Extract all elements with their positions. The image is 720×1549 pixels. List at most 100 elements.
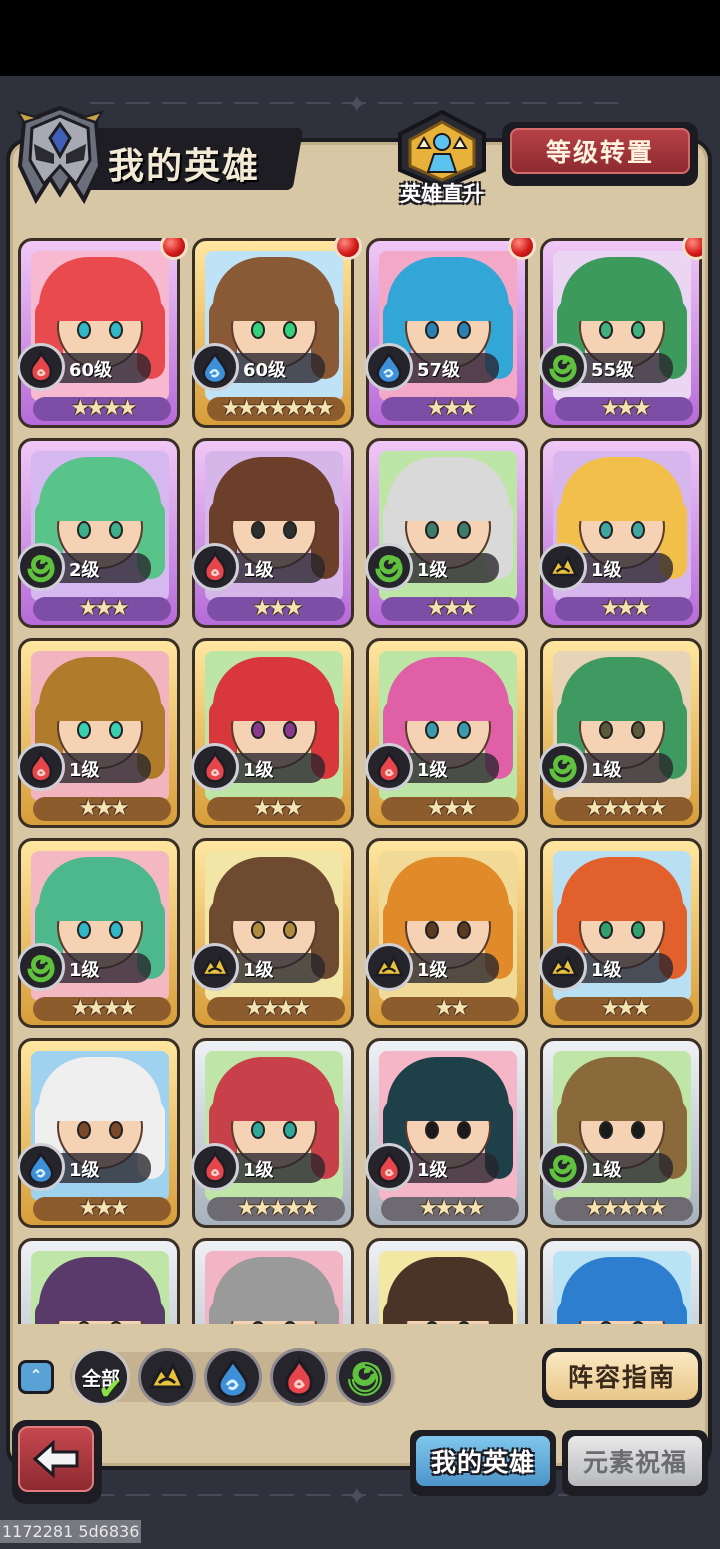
hero-card[interactable]: 1级 ★★ xyxy=(365,838,528,1028)
back-arrow-icon xyxy=(32,1439,79,1479)
wind-element-icon xyxy=(539,1143,587,1191)
filter-water-button[interactable] xyxy=(204,1348,262,1406)
hero-stars: ★★★★★ xyxy=(584,796,668,821)
back-button[interactable] xyxy=(12,1420,102,1504)
level-reset-label[interactable]: 等级转置 xyxy=(510,128,690,174)
hero-card[interactable]: 1级 ★★★ xyxy=(18,638,180,828)
hero-card[interactable]: 2级 ★★★ xyxy=(18,438,180,628)
hero-card[interactable]: 1级 ★★★★★ xyxy=(539,1038,702,1228)
hero-level: 1级 xyxy=(243,960,274,981)
hero-level: 1级 xyxy=(243,560,274,581)
hero-card-frame: 1级 ★★★ xyxy=(539,438,702,628)
tab-my-heroes[interactable]: 我的英雄 xyxy=(410,1430,556,1496)
filter-fire-button[interactable] xyxy=(270,1348,328,1406)
earth-element-icon xyxy=(539,943,587,991)
hero-level: 1级 xyxy=(243,1160,274,1181)
hero-card-frame xyxy=(540,1238,702,1324)
tab-my-heroes-label[interactable]: 我的英雄 xyxy=(416,1436,550,1486)
hero-card[interactable] xyxy=(366,1238,528,1324)
level-reset-button[interactable]: 等级转置 xyxy=(502,122,698,186)
hero-card-frame: 1级 ★★★★ xyxy=(191,838,354,1028)
hero-level: 1级 xyxy=(417,560,448,581)
earth-element-icon xyxy=(365,943,413,991)
hero-level: 1级 xyxy=(591,760,622,781)
build-id: 1172281 5d6836 xyxy=(0,1520,142,1543)
hero-stars: ★★★★ xyxy=(70,996,138,1021)
hero-stars: ★★★ xyxy=(600,596,651,621)
star-bar: ★★★★★ xyxy=(555,1197,693,1221)
hero-card-frame: 60级 ★★★★ xyxy=(18,238,180,428)
fire-element-icon xyxy=(365,743,413,791)
hero-level: 57级 xyxy=(417,360,461,381)
collapse-toggle-button[interactable]: ⌃ xyxy=(18,1360,54,1394)
filter-wind-button[interactable] xyxy=(336,1348,394,1406)
hero-card[interactable]: 1级 ★★★★ xyxy=(365,1038,528,1228)
hero-card[interactable]: 1级 ★★★★★ xyxy=(539,638,702,828)
checkmark-icon: ✔ xyxy=(98,1372,124,1407)
hero-card[interactable]: 1级 ★★★★★ xyxy=(191,1038,354,1228)
water-element-icon xyxy=(217,1358,249,1397)
hero-card[interactable] xyxy=(540,1238,702,1324)
hero-card-frame: 1级 ★★★ xyxy=(18,638,180,828)
tab-element-blessing-label[interactable]: 元素祝福 xyxy=(568,1436,702,1486)
fire-element-icon xyxy=(191,743,239,791)
hero-stars: ★★★ xyxy=(426,796,477,821)
hero-card[interactable]: 1级 ★★★★ xyxy=(191,838,354,1028)
hero-card[interactable]: 57级 ★★★ xyxy=(365,238,536,428)
promote-label[interactable]: 英雄直升 xyxy=(390,178,494,208)
hero-card[interactable]: 1级 ★★★ xyxy=(191,638,354,828)
star-bar: ★★★ xyxy=(555,597,693,621)
page-title: 我的英雄 xyxy=(108,146,261,187)
helmet-icon xyxy=(15,105,105,205)
hero-card-frame: 1级 ★★★★ xyxy=(365,1038,528,1228)
hero-card-frame: 57级 ★★★ xyxy=(365,238,528,428)
hero-stars: ★★★★ xyxy=(70,396,138,421)
bg-ornament-star-bottom: ✦ xyxy=(346,1482,368,1512)
star-bar: ★★★★ xyxy=(381,1197,519,1221)
earth-element-icon xyxy=(539,543,587,591)
hero-card[interactable]: 1级 ★★★ xyxy=(18,1038,180,1228)
hero-card-frame xyxy=(366,1238,528,1324)
star-bar: ★★★★★★★ xyxy=(207,397,345,421)
hero-stars: ★★★ xyxy=(426,596,477,621)
star-bar: ★★★ xyxy=(207,597,345,621)
hero-portrait xyxy=(31,1251,169,1324)
fire-element-icon xyxy=(365,1143,413,1191)
notification-dot xyxy=(160,238,188,260)
hero-card[interactable]: 60级 ★★★★★★★ xyxy=(191,238,362,428)
hero-stars: ★★★★ xyxy=(418,1196,486,1221)
wind-element-icon xyxy=(539,343,587,391)
status-bar xyxy=(0,0,720,76)
star-bar: ★★★ xyxy=(381,597,519,621)
hero-card[interactable]: 60级 ★★★★ xyxy=(18,238,188,428)
star-bar: ★★★ xyxy=(381,797,519,821)
tab-element-blessing[interactable]: 元素祝福 xyxy=(562,1430,708,1496)
hero-card[interactable]: 1级 ★★★ xyxy=(365,638,528,828)
hero-stars: ★★★ xyxy=(252,596,303,621)
hero-stars: ★★★ xyxy=(600,996,651,1021)
hero-card[interactable]: 1级 ★★★ xyxy=(365,438,528,628)
hero-card-frame: 1级 ★★★★★ xyxy=(539,638,702,828)
hero-stars: ★★★ xyxy=(78,596,129,621)
star-bar: ★★★ xyxy=(555,397,693,421)
hero-card-frame xyxy=(18,1238,180,1324)
hero-card[interactable] xyxy=(18,1238,180,1324)
lineup-guide-button[interactable]: 阵容指南 xyxy=(542,1348,702,1408)
hero-card[interactable] xyxy=(192,1238,354,1324)
star-bar: ★★★★ xyxy=(207,997,345,1021)
hero-card-frame: 1级 ★★★ xyxy=(191,438,354,628)
hero-card[interactable]: 55级 ★★★ xyxy=(539,238,702,428)
hero-card[interactable]: 1级 ★★★ xyxy=(539,438,702,628)
lineup-guide-label[interactable]: 阵容指南 xyxy=(546,1352,698,1400)
hero-level: 1级 xyxy=(591,1160,622,1181)
hero-stars: ★★★ xyxy=(252,796,303,821)
water-element-icon xyxy=(191,343,239,391)
hero-card[interactable]: 1级 ★★★★ xyxy=(18,838,180,1028)
hero-stars: ★★★★ xyxy=(244,996,312,1021)
hero-card[interactable]: 1级 ★★★ xyxy=(191,438,354,628)
filter-earth-button[interactable] xyxy=(138,1348,196,1406)
hero-card-frame: 60级 ★★★★★★★ xyxy=(191,238,354,428)
hero-stars: ★★★ xyxy=(78,796,129,821)
star-bar: ★★★★ xyxy=(33,397,171,421)
hero-card[interactable]: 1级 ★★★ xyxy=(539,838,702,1028)
